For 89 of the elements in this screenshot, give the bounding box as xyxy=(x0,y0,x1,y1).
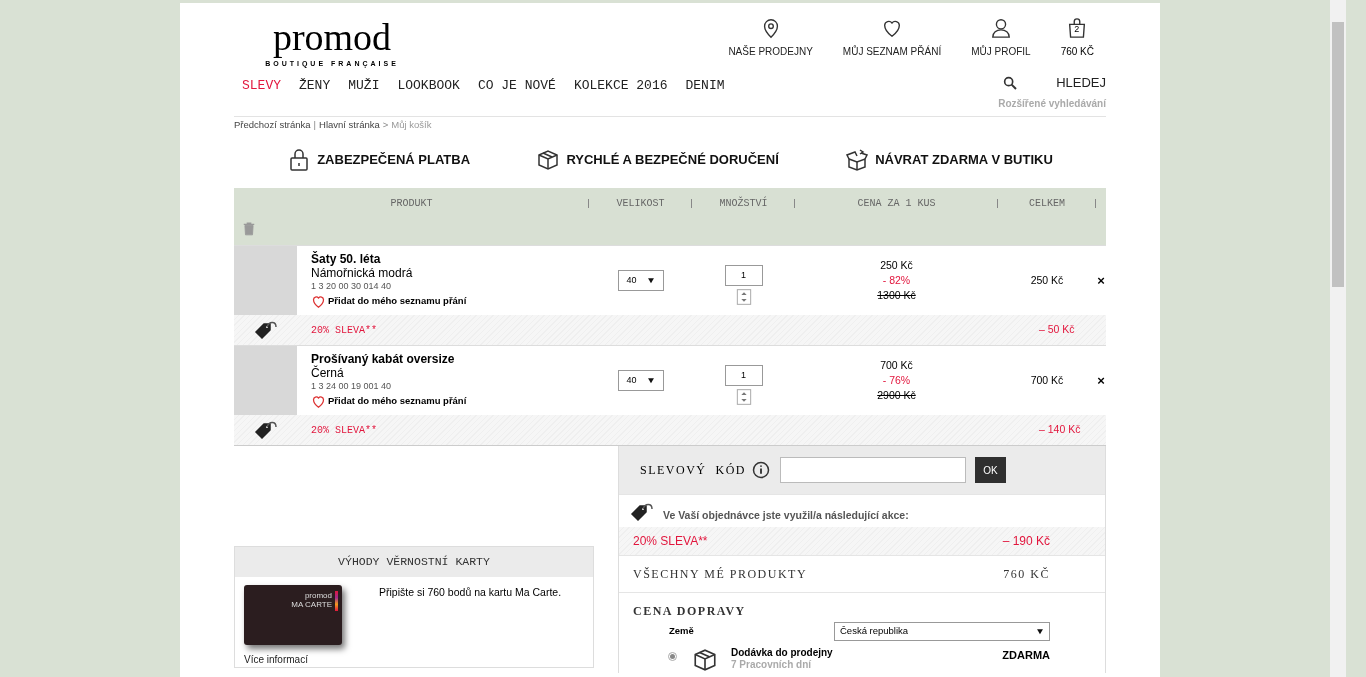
column-header: PRODUKT xyxy=(390,197,433,211)
promotion-label: 20% SLEVA** xyxy=(633,533,708,550)
size-select[interactable]: 40 xyxy=(617,370,664,391)
scrollbar[interactable] xyxy=(1330,0,1346,677)
promo-amount: – 140 Kč xyxy=(1039,422,1081,438)
search-icon xyxy=(1002,74,1019,91)
loyalty-text: Připište si 760 bodů na kartu Ma Carte. xyxy=(379,585,562,600)
nav-link[interactable]: MUŽI xyxy=(348,76,380,96)
coupon-label: SLEVOVÝ KÓD xyxy=(640,462,746,479)
country-select[interactable]: Česká republika xyxy=(834,622,1050,641)
search-link[interactable]: HLEDEJ xyxy=(1056,73,1106,93)
shipping-price: ZDARMA xyxy=(1002,648,1050,663)
top-link[interactable]: MŮJ SEZNAM PŘÁNÍ xyxy=(842,17,942,59)
unit-price: 700 Kč xyxy=(880,358,913,373)
remove-button[interactable]: × xyxy=(1097,370,1105,391)
scrollbar-thumb[interactable] xyxy=(1332,22,1344,287)
radio-button[interactable] xyxy=(668,652,677,661)
nav-link[interactable]: CO JE NOVÉ xyxy=(477,76,556,96)
wishlist-link[interactable]: Přidat do mého seznamu přání xyxy=(311,394,589,409)
card-subtitle: MA CARTE xyxy=(291,600,332,609)
stepper-icon xyxy=(735,287,752,307)
product-color: Námořnická modrá xyxy=(311,266,414,280)
size-select[interactable]: 40 xyxy=(617,270,664,291)
nav-link[interactable]: ŽENY xyxy=(299,76,331,96)
stepper-icon xyxy=(735,387,752,407)
promo-amount: – 50 Kč xyxy=(1039,322,1075,338)
cart-link[interactable]: 2 760 KČ xyxy=(1060,17,1094,59)
box-icon xyxy=(536,148,561,172)
top-link[interactable]: MŮJ PROFIL xyxy=(971,17,1031,59)
nav-link[interactable]: KOLEKCE 2016 xyxy=(573,76,668,96)
breadcrumb-separator: | xyxy=(312,117,318,132)
heart-icon xyxy=(311,394,326,409)
original-price: 2900 Kč xyxy=(877,388,916,403)
shipping-option-name: Dodávka do prodejny xyxy=(731,647,834,659)
product-ref: 1 3 20 00 30 014 40 xyxy=(311,280,393,292)
cart-count: 2 xyxy=(1074,24,1080,34)
original-price: 1300 Kč xyxy=(877,288,916,303)
loyalty-title: VÝHODY VĚRNOSTNÍ KARTY xyxy=(235,547,593,577)
breadcrumb-separator: > xyxy=(381,117,390,132)
nav-link[interactable]: SLEVY xyxy=(242,76,281,96)
person-icon xyxy=(989,17,1012,39)
caret-icon xyxy=(646,277,655,284)
product-ref: 1 3 24 00 19 001 40 xyxy=(311,380,393,392)
card-brand: promod xyxy=(304,591,332,600)
more-info-link[interactable]: Více informací xyxy=(244,652,342,667)
remove-button[interactable]: × xyxy=(1097,270,1105,291)
shipping-option-time: 7 Pracovních dní xyxy=(731,659,813,671)
benefit-label: RYCHLÉ A BEZPEČNÉ DORUČENÍ xyxy=(566,151,779,170)
coupon-field[interactable] xyxy=(780,457,966,483)
promotion-amount: – 190 Kč xyxy=(1002,533,1050,550)
benefit-label: NÁVRAT ZDARMA V BUTIKU xyxy=(875,151,1053,170)
discount-percent: - 82% xyxy=(882,273,911,288)
color-strip xyxy=(335,591,338,611)
line-total: 700 Kč xyxy=(1030,372,1064,388)
nav-link[interactable]: DENIM xyxy=(685,76,725,96)
subtotal-label: VŠECHNY MÉ PRODUKTY xyxy=(633,566,808,583)
open-box-icon xyxy=(845,148,870,172)
unit-price: 250 Kč xyxy=(880,258,913,273)
nav-link[interactable]: LOOKBOOK xyxy=(397,76,460,96)
top-link[interactable]: NAŠE PRODEJNY xyxy=(728,17,813,59)
heart-icon xyxy=(311,294,326,309)
quantity-field[interactable]: 1 xyxy=(724,265,763,286)
promo-label: 20% SLEVA** xyxy=(310,423,378,438)
trash-icon xyxy=(242,221,256,237)
column-header: VELIKOST xyxy=(616,197,665,211)
info-icon xyxy=(752,461,770,479)
caret-icon xyxy=(1036,628,1044,635)
logo[interactable]: promod xyxy=(272,15,392,59)
column-header: CENA ZA 1 KUS xyxy=(857,197,936,211)
shipping-title: CENA DOPRAVY xyxy=(633,603,747,620)
product-color: Černá xyxy=(311,366,344,380)
country-label: Země xyxy=(669,624,694,639)
discount-percent: - 76% xyxy=(882,373,911,388)
breadcrumb-link[interactable]: Hlavní stránka xyxy=(319,117,380,133)
product-name[interactable]: Prošívaný kabát oversize xyxy=(311,352,589,366)
product-name[interactable]: Šaty 50. léta xyxy=(311,252,589,266)
benefit-label: ZABEZPEČENÁ PLATBA xyxy=(317,151,471,170)
promo-label: 20% SLEVA** xyxy=(310,323,378,338)
column-header: MNOŽSTVÍ xyxy=(719,196,768,211)
ok-button[interactable]: OK xyxy=(975,457,1006,483)
caret-icon xyxy=(646,377,655,384)
subtotal-value: 760 KČ xyxy=(1003,566,1050,583)
column-header: CELKEM xyxy=(1029,197,1065,211)
breadcrumb-link[interactable]: Předchozí stránka xyxy=(234,117,311,133)
promotions-title: Ve Vaší objednávce jste využil/a následující akce: xyxy=(663,508,909,524)
wishlist-link[interactable]: Přidat do mého seznamu přání xyxy=(311,294,589,309)
line-total: 250 Kč xyxy=(1030,272,1064,288)
quantity-field[interactable]: 1 xyxy=(724,365,763,386)
box-icon xyxy=(692,647,718,673)
